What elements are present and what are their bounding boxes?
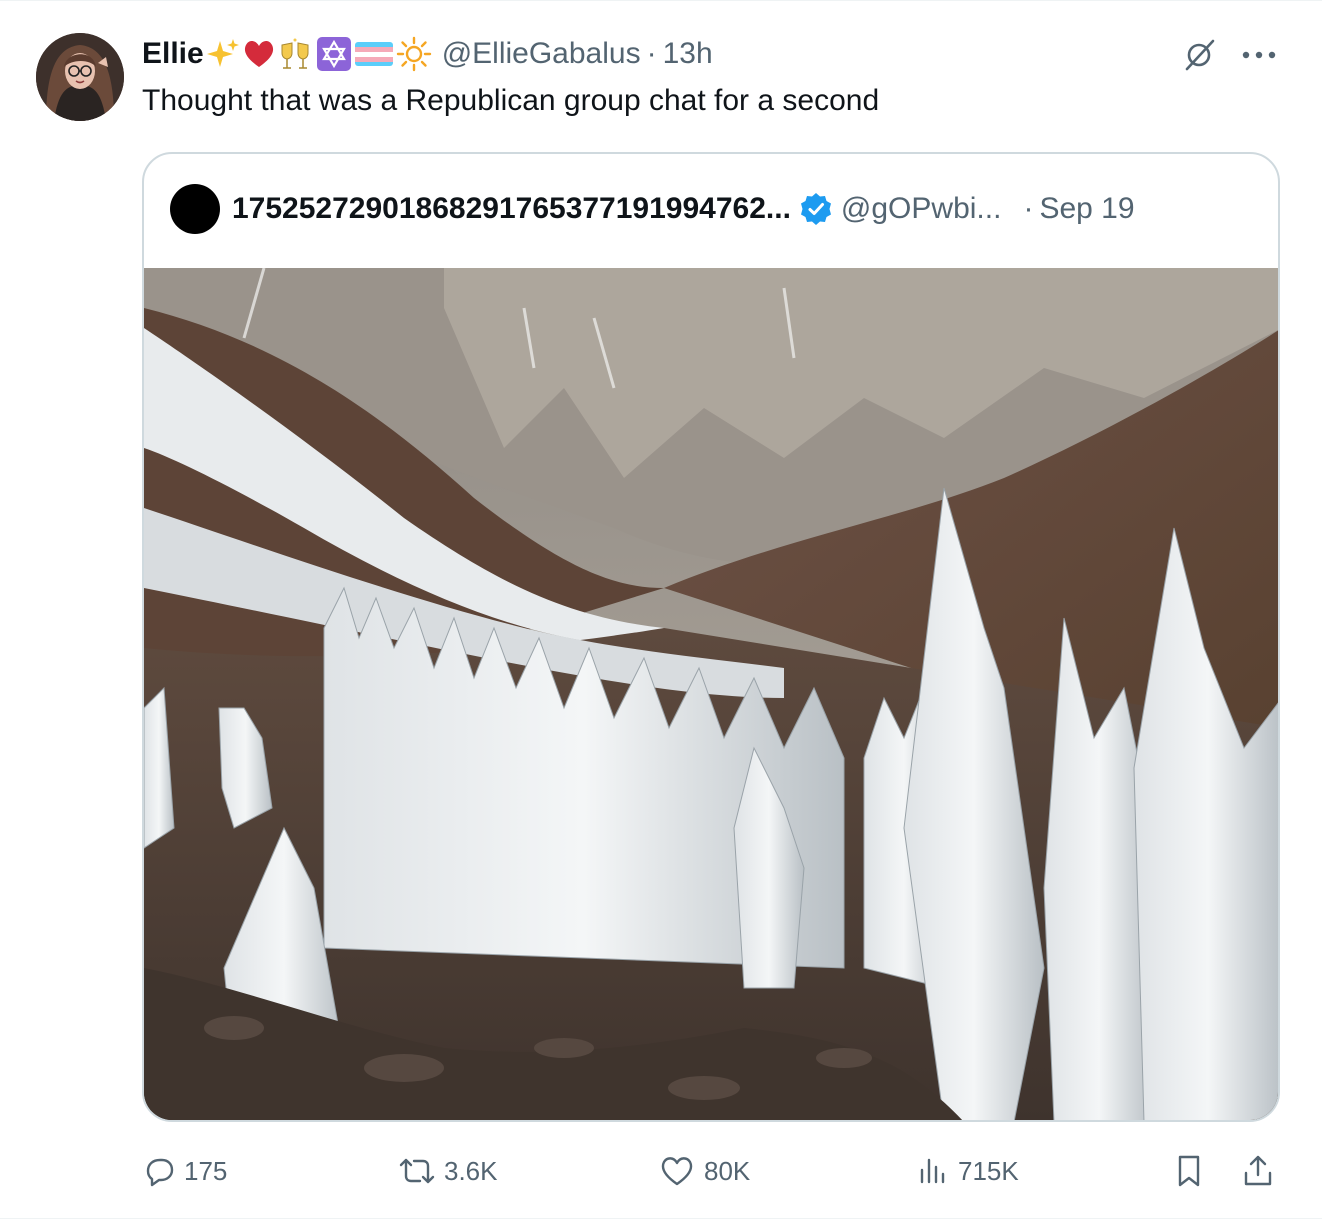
quote-media-photo[interactable] xyxy=(144,267,1278,1120)
like-button[interactable]: 80K xyxy=(658,1146,750,1196)
views-button[interactable]: 715K xyxy=(916,1146,1019,1196)
quoted-tweet[interactable]: 17525272901868291765377191994762... @gOP… xyxy=(142,152,1280,1122)
views-bar-chart-icon xyxy=(920,1158,945,1184)
star-of-david-icon xyxy=(316,37,351,71)
bookmark-button[interactable] xyxy=(1172,1146,1206,1196)
more-dots-icon xyxy=(1242,51,1276,59)
sparkles-icon xyxy=(206,39,239,67)
quote-display-name[interactable]: 17525272901868291765377191994762... xyxy=(232,192,791,226)
handle[interactable]: @EllieGabalus xyxy=(442,37,641,71)
tweet-header: Ellie @EllieGabalus · 13h xyxy=(142,32,713,76)
transgender-flag-icon xyxy=(354,42,393,66)
views-count: 715K xyxy=(958,1155,1019,1186)
bookmark-icon xyxy=(1178,1155,1200,1187)
more-options-button[interactable] xyxy=(1242,49,1276,61)
quote-header: 17525272901868291765377191994762... @gOP… xyxy=(170,184,1135,234)
separator-dot: · xyxy=(646,37,657,70)
quote-separator-dot: · xyxy=(1023,192,1034,225)
share-button[interactable] xyxy=(1240,1146,1276,1196)
landscape-photo-icon xyxy=(144,267,1278,1120)
sun-icon xyxy=(396,36,431,72)
red-heart-icon xyxy=(244,40,273,67)
clinking-glasses-icon xyxy=(281,38,309,69)
quote-timestamp[interactable]: Sep 19 xyxy=(1039,192,1134,226)
repost-icon xyxy=(399,1158,435,1184)
action-bar: 175 3.6K 80K 715K xyxy=(142,1146,1282,1196)
repost-count: 3.6K xyxy=(444,1155,498,1186)
like-count: 80K xyxy=(704,1155,751,1186)
top-actions xyxy=(1180,36,1276,74)
tweet-text: Thought that was a Republican group chat… xyxy=(142,84,880,117)
bottom-divider xyxy=(0,1218,1322,1219)
avatar[interactable] xyxy=(36,33,124,121)
reply-icon xyxy=(146,1158,174,1187)
repost-button[interactable]: 3.6K xyxy=(398,1146,498,1196)
verified-badge-icon xyxy=(800,193,831,225)
display-name[interactable]: Ellie xyxy=(142,37,204,71)
timestamp[interactable]: 13h xyxy=(663,37,713,71)
quote-handle[interactable]: @gOPwbi... xyxy=(841,192,1002,226)
quote-avatar[interactable] xyxy=(170,184,220,234)
verified-badge xyxy=(799,192,833,226)
heart-icon xyxy=(661,1157,693,1186)
grok-icon xyxy=(1185,39,1215,71)
name-emoji-row xyxy=(206,36,434,72)
reply-count: 175 xyxy=(184,1155,228,1186)
avatar-illustration xyxy=(36,33,124,121)
grok-button[interactable] xyxy=(1180,36,1218,74)
top-divider xyxy=(0,0,1322,1)
share-icon xyxy=(1244,1155,1272,1186)
reply-button[interactable]: 175 xyxy=(142,1146,227,1196)
